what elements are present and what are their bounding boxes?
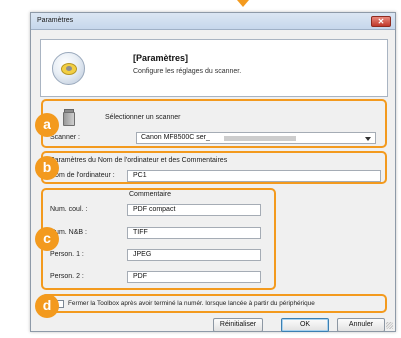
comment-input[interactable]: PDF <box>127 271 261 283</box>
comment-input[interactable]: TIFF <box>127 227 261 239</box>
settings-dialog: Paramètres ✕ [Paramètres] Configure les … <box>30 12 396 332</box>
comment-row-label: Num. coul. : <box>50 206 88 213</box>
resize-grip-icon[interactable] <box>386 322 393 329</box>
select-scanner-label: Sélectionner un scanner <box>105 114 181 121</box>
header-description: Configure les réglages du scanner. <box>133 68 242 75</box>
cancel-button[interactable]: Annuler <box>337 318 385 332</box>
computer-name-input[interactable]: PC1 <box>127 170 381 182</box>
header-title: [Paramètres] <box>133 53 189 63</box>
section-badge-c: c <box>35 227 59 251</box>
ok-button[interactable]: OK <box>281 318 329 332</box>
scanner-section: Sélectionner un scanner Scanner : Canon … <box>41 99 387 148</box>
reset-button[interactable]: Réinitialiser <box>213 318 263 332</box>
close-button[interactable]: ✕ <box>371 16 391 27</box>
comment-row-label: Person. 1 : <box>50 251 84 258</box>
header-panel: [Paramètres] Configure les réglages du s… <box>40 39 388 97</box>
scanner-select-value: Canon MF8500C ser_ <box>141 134 210 141</box>
section-badge-a: a <box>35 113 59 137</box>
section-badge-b: b <box>35 156 59 180</box>
pointer-arrow-icon <box>237 0 249 7</box>
comment-column-header: Commentaire <box>129 191 172 198</box>
computer-settings-heading: Paramètres du Nom de l'ordinateur et des… <box>50 157 228 164</box>
comment-row-label: Person. 2 : <box>50 273 84 280</box>
comment-input[interactable]: JPEG <box>127 249 261 261</box>
comments-section: Commentaire Num. coul. : PDF compact Num… <box>41 188 276 290</box>
scanner-icon <box>63 109 75 126</box>
computer-name-section: Paramètres du Nom de l'ordinateur et des… <box>41 151 387 184</box>
redacted-serial <box>224 136 296 141</box>
scanner-label: Scanner : <box>50 134 80 141</box>
comment-input[interactable]: PDF compact <box>127 204 261 216</box>
close-toolbox-label: Fermer la Toolbox après avoir terminé la… <box>68 300 315 307</box>
toolbox-option-section: Fermer la Toolbox après avoir terminé la… <box>41 294 387 313</box>
window-title: Paramètres <box>37 17 74 24</box>
title-bar: Paramètres ✕ <box>31 13 395 30</box>
scanner-body <box>63 112 75 126</box>
section-badge-d: d <box>35 294 59 318</box>
computer-name-label: Nom de l'ordinateur : <box>50 172 115 179</box>
disc-center <box>66 66 72 71</box>
chevron-down-icon <box>365 137 371 141</box>
scanner-select[interactable]: Canon MF8500C ser_ <box>136 132 376 144</box>
scanner-disc-icon <box>52 52 85 85</box>
